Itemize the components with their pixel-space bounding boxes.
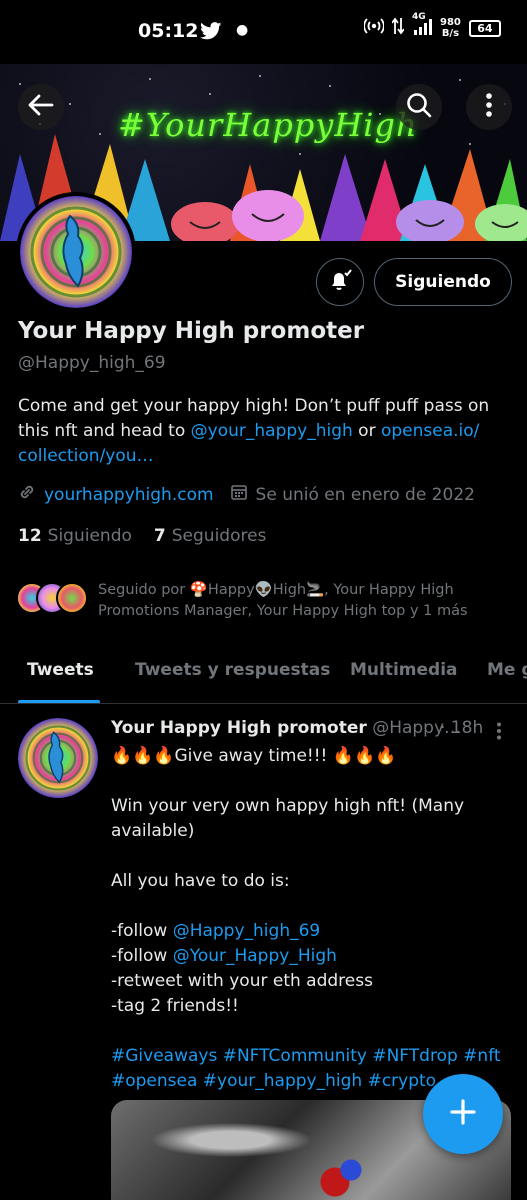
tweet-timestamp[interactable]: · 18h [440, 718, 483, 738]
tweet-line: -follow @Happy_high_69 [111, 919, 511, 944]
profile-website-link[interactable]: yourhappyhigh.com [44, 485, 214, 505]
speed-value: 980 [440, 17, 461, 28]
tweet-more-button[interactable] [496, 722, 502, 744]
tweet-line: -tag 2 friends!! [111, 996, 239, 1016]
tweet-mention-link[interactable]: @Happy_high_69 [173, 921, 321, 941]
signal-icon: 4G [412, 12, 432, 40]
tweet-author-avatar[interactable] [18, 718, 98, 798]
profile-bio: Come and get your happy high! Don’t puff… [18, 394, 513, 469]
hotspot-icon [363, 17, 385, 39]
tab-media[interactable]: Multimedia [350, 646, 458, 680]
plus-icon [449, 1098, 477, 1130]
follow-counts: 12 Siguiendo 7 Seguidores [18, 526, 266, 546]
data-arrows-icon [391, 17, 405, 39]
followed-by-avatars [16, 580, 96, 616]
profile-joined-date: Se unió en enero de 2022 [255, 484, 475, 505]
more-vertical-icon [485, 92, 493, 122]
following-button[interactable]: Siguiendo [374, 258, 512, 306]
more-vertical-icon [497, 722, 501, 740]
followers-count-link[interactable]: 7 Seguidores [154, 526, 267, 546]
status-bar: 05:12 ● 4G 980 B/s 64 [0, 0, 527, 64]
following-label: Siguiendo [47, 526, 132, 546]
notifications-button[interactable] [316, 258, 364, 306]
followers-count: 7 [153, 526, 166, 546]
avatar-image [20, 196, 132, 308]
followed-by-text: Seguido por 🍄Happy👽High🚬, Your Happy Hig… [98, 582, 468, 619]
search-button[interactable] [396, 84, 442, 130]
status-indicators: 4G 980 B/s 64 [363, 12, 501, 40]
network-speed: 980 B/s [440, 17, 461, 39]
link-icon [18, 483, 44, 506]
bio-mention-link[interactable]: @your_happy_high [191, 421, 353, 441]
arrow-left-icon [28, 94, 54, 120]
tweet-line: Win your very own happy high nft! (Many … [111, 796, 465, 841]
following-count: 12 [18, 526, 42, 546]
avatar [56, 582, 88, 614]
tweet-line: All you have to do is: [111, 871, 290, 891]
tweet-line: 🔥🔥🔥Give away time!!! 🔥🔥🔥 [111, 746, 397, 766]
twitter-bird-icon [200, 22, 222, 44]
tab-tweets[interactable]: Tweets [27, 646, 94, 680]
search-icon [406, 92, 432, 122]
following-count-link[interactable]: 12 Siguiendo [18, 526, 132, 546]
profile-handle: @Happy_high_69 [18, 353, 166, 373]
notification-dot: ● [236, 22, 249, 38]
tab-likes[interactable]: Me gusta [487, 646, 527, 680]
active-tab-indicator [18, 700, 100, 703]
compose-tweet-button[interactable] [423, 1074, 503, 1154]
tweet-mention-link[interactable]: @Your_Happy_High [173, 946, 337, 966]
profile-tabs: Tweets Tweets y respuestas Multimedia Me… [0, 646, 527, 704]
bell-check-icon [327, 267, 353, 297]
calendar-icon [230, 483, 256, 506]
bio-text: or [352, 421, 381, 441]
followed-by-section[interactable]: Seguido por 🍄Happy👽High🚬, Your Happy Hig… [16, 580, 518, 622]
profile-meta: yourhappyhigh.com Se unió en enero de 20… [18, 483, 475, 506]
tweet-text: 🔥🔥🔥Give away time!!! 🔥🔥🔥 Win your very o… [111, 744, 511, 1094]
tweet-author-name[interactable]: Your Happy High promoter [111, 718, 367, 738]
profile-display-name: Your Happy High promoter [18, 318, 365, 344]
tweet-line-text: -follow [111, 946, 173, 966]
speed-unit: B/s [441, 28, 460, 39]
avatar-image [18, 718, 98, 798]
more-options-button[interactable] [466, 84, 512, 130]
tweet-line: -retweet with your eth address [111, 971, 373, 991]
banner-title: #YourHappyHigh [118, 106, 418, 144]
status-time: 05:12 [138, 20, 199, 42]
profile-avatar[interactable] [16, 192, 136, 312]
tab-tweets-replies[interactable]: Tweets y respuestas [135, 646, 330, 680]
back-button[interactable] [18, 84, 64, 130]
followers-label: Seguidores [171, 526, 267, 546]
tweet-line: -follow @Your_Happy_High [111, 944, 511, 969]
tweet-line-text: -follow [111, 921, 173, 941]
network-type: 4G [412, 12, 426, 22]
battery-indicator: 64 [468, 19, 501, 37]
